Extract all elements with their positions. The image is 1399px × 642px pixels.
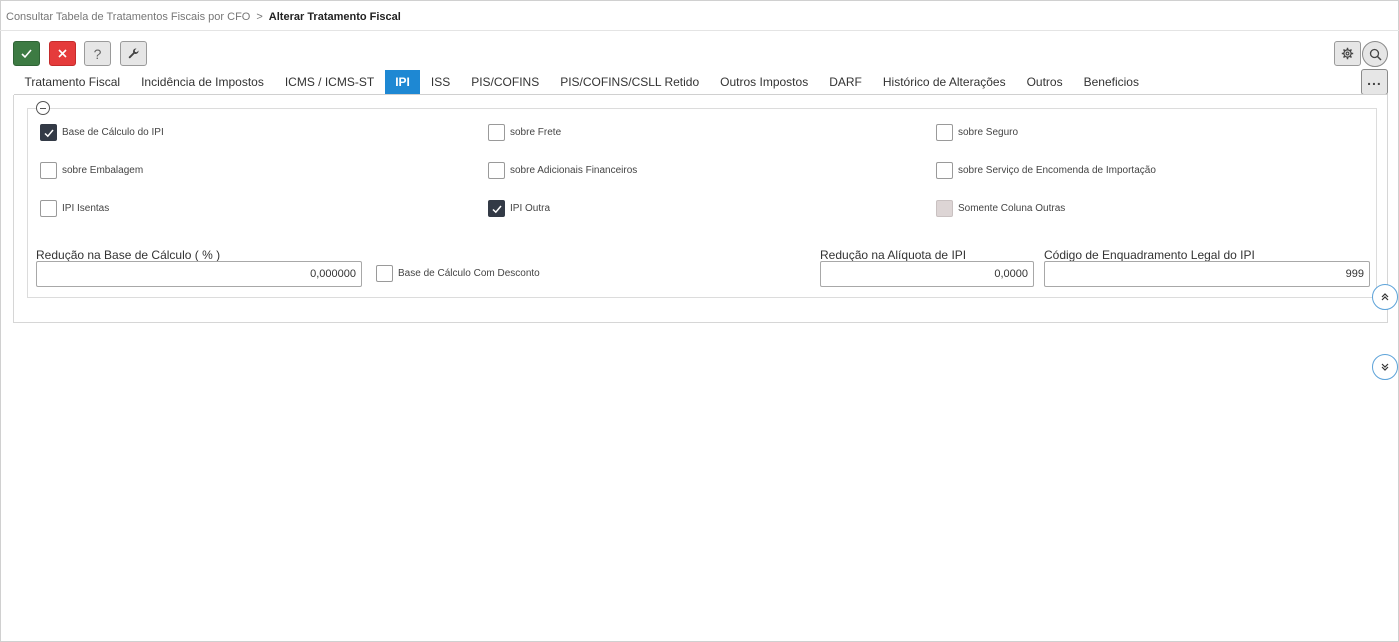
checkbox-box[interactable]	[936, 124, 953, 141]
tab-historico-de-alteracoes[interactable]: Histórico de Alterações	[872, 70, 1016, 94]
reducao-base-label: Redução na Base de Cálculo ( % )	[36, 248, 221, 262]
checkbox-base-calculo-com-desconto[interactable]: Base de Cálculo Com Desconto	[376, 265, 540, 282]
tab-outros[interactable]: Outros	[1016, 70, 1073, 94]
checkbox-ipi-outra[interactable]: IPI Outra	[488, 200, 550, 217]
checkbox-label: Base de Cálculo do IPI	[62, 127, 164, 138]
checkbox-sobre-seguro[interactable]: sobre Seguro	[936, 124, 1018, 141]
checkbox-label: sobre Frete	[510, 127, 562, 138]
reducao-base-input[interactable]	[36, 261, 362, 287]
more-label: ...	[1367, 72, 1382, 88]
breadcrumb: Consultar Tabela de Tratamentos Fiscais …	[6, 11, 401, 23]
cancel-button[interactable]	[49, 41, 76, 66]
scroll-down-button[interactable]	[1372, 354, 1398, 380]
tools-button[interactable]	[120, 41, 147, 66]
header-divider	[0, 30, 1399, 31]
collapse-section-button[interactable]	[36, 101, 50, 115]
settings-button[interactable]	[1334, 41, 1361, 66]
checkbox-box[interactable]	[488, 200, 505, 217]
tab-outros-impostos[interactable]: Outros Impostos	[710, 70, 819, 94]
gear-icon	[1341, 47, 1354, 60]
checkbox-sobre-adicionais-financeiros[interactable]: sobre Adicionais Financeiros	[488, 162, 637, 179]
checkmark-icon	[43, 129, 54, 137]
checkbox-label: Somente Coluna Outras	[958, 203, 1066, 214]
checkbox-box	[936, 200, 953, 217]
search-button[interactable]	[1362, 41, 1388, 67]
more-options-button[interactable]: ...	[1361, 69, 1388, 95]
minus-icon	[40, 107, 46, 109]
tab-tratamento-fiscal[interactable]: Tratamento Fiscal	[14, 70, 131, 94]
tab-pis-cofins-csll-retido[interactable]: PIS/COFINS/CSLL Retido	[550, 70, 710, 94]
checkbox-box[interactable]	[488, 124, 505, 141]
checkbox-base-calculo-ipi[interactable]: Base de Cálculo do IPI	[40, 124, 164, 141]
checkbox-label: sobre Seguro	[958, 127, 1019, 138]
checkbox-box[interactable]	[40, 162, 57, 179]
close-icon	[58, 49, 67, 58]
checkbox-sobre-frete[interactable]: sobre Frete	[488, 124, 561, 141]
tab-bar: Tratamento Fiscal Incidência de Impostos I…	[14, 70, 1149, 94]
codigo-enquadramento-label: Código de Enquadramento Legal do IPI	[1044, 248, 1255, 262]
checkbox-label: Base de Cálculo Com Desconto	[398, 268, 540, 279]
help-button[interactable]: ?	[84, 41, 111, 66]
breadcrumb-current: Alterar Tratamento Fiscal	[268, 11, 401, 23]
checkbox-sobre-embalagem[interactable]: sobre Embalagem	[40, 162, 143, 179]
checkbox-label: IPI Outra	[510, 203, 551, 214]
double-chevron-up-icon	[1381, 293, 1389, 301]
checkbox-label: sobre Embalagem	[62, 165, 144, 176]
check-icon	[21, 49, 32, 59]
breadcrumb-separator: >	[256, 11, 263, 23]
confirm-button[interactable]	[13, 41, 40, 66]
tab-ipi[interactable]: IPI	[384, 70, 421, 94]
reducao-aliquota-label: Redução na Alíquota de IPI	[820, 248, 967, 262]
reducao-aliquota-input[interactable]	[820, 261, 1034, 287]
tab-pis-cofins[interactable]: PIS/COFINS	[461, 70, 550, 94]
tab-darf[interactable]: DARF	[819, 70, 873, 94]
checkbox-box[interactable]	[488, 162, 505, 179]
checkbox-label: sobre Serviço de Encomenda de Importação	[958, 165, 1156, 176]
checkbox-somente-coluna-outras: Somente Coluna Outras	[936, 200, 1065, 217]
breadcrumb-parent-link[interactable]: Consultar Tabela de Tratamentos Fiscais …	[6, 11, 250, 23]
checkbox-label: IPI Isentas	[62, 203, 110, 214]
checkmark-icon	[491, 205, 502, 213]
help-label: ?	[93, 45, 102, 62]
wrench-icon	[128, 48, 139, 59]
checkbox-box[interactable]	[40, 124, 57, 141]
checkbox-ipi-isentas[interactable]: IPI Isentas	[40, 200, 109, 217]
checkbox-box[interactable]	[936, 162, 953, 179]
checkbox-box[interactable]	[376, 265, 393, 282]
double-chevron-down-icon	[1381, 363, 1389, 371]
checkbox-sobre-servico-encomenda[interactable]: sobre Serviço de Encomenda de Importação	[936, 162, 1156, 179]
checkbox-box[interactable]	[40, 200, 57, 217]
tab-iss[interactable]: ISS	[420, 70, 460, 94]
tab-icms-icms-st[interactable]: ICMS / ICMS-ST	[274, 70, 384, 94]
scroll-up-button[interactable]	[1372, 284, 1398, 310]
tab-incidencia-de-impostos[interactable]: Incidência de Impostos	[131, 70, 275, 94]
tab-beneficios[interactable]: Beneficios	[1073, 70, 1149, 94]
search-icon	[1369, 48, 1382, 61]
codigo-enquadramento-input[interactable]	[1044, 261, 1370, 287]
checkbox-label: sobre Adicionais Financeiros	[510, 165, 638, 176]
